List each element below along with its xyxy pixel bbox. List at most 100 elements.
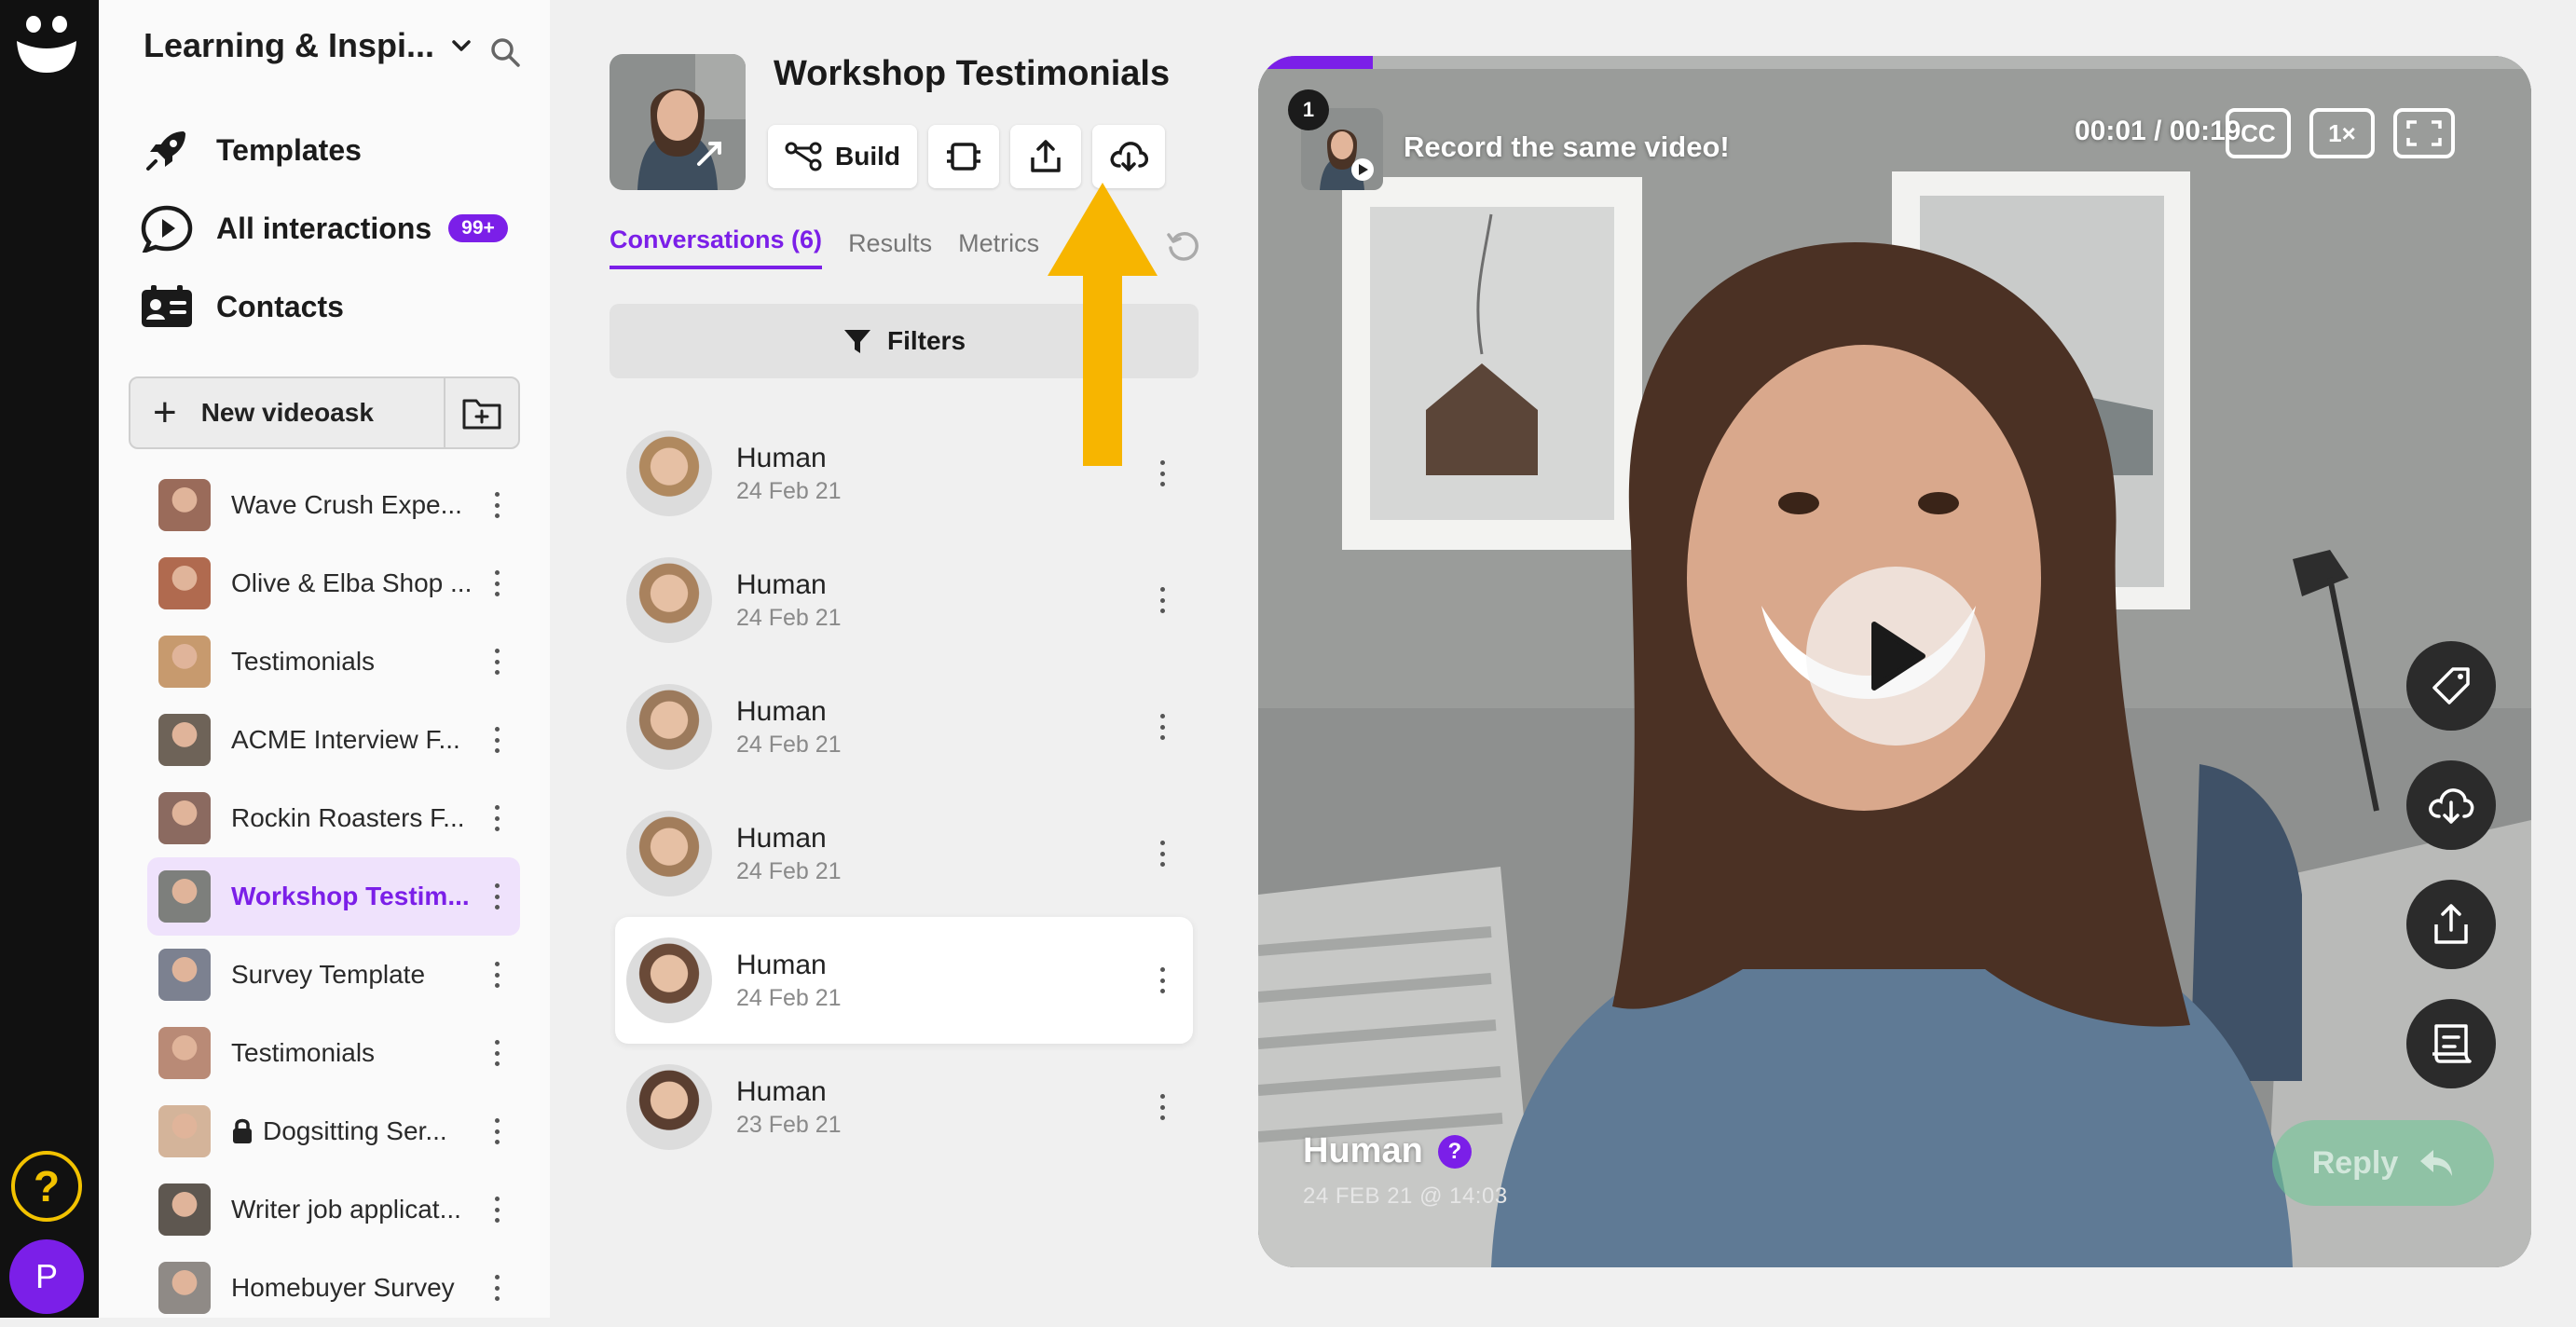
more-options-icon[interactable] xyxy=(494,727,500,753)
play-icon xyxy=(1871,622,1925,691)
flow-icon xyxy=(785,142,822,171)
lock-icon xyxy=(233,1118,252,1143)
build-button[interactable]: Build xyxy=(768,125,917,188)
conversation-date: 23 Feb 21 xyxy=(736,1111,842,1138)
contacts-card-icon xyxy=(140,280,194,334)
folder-item[interactable]: Survey Template xyxy=(147,936,520,1014)
more-options-icon[interactable] xyxy=(494,1118,500,1144)
play-bubble-icon xyxy=(140,201,194,255)
more-options-icon[interactable] xyxy=(494,1040,500,1066)
fullscreen-button[interactable] xyxy=(2393,108,2455,158)
more-options-icon[interactable] xyxy=(494,1197,500,1223)
tab-conversations[interactable]: Conversations (6) xyxy=(610,226,823,269)
more-options-icon[interactable] xyxy=(494,1275,500,1301)
playback-speed-button[interactable]: 1× xyxy=(2309,108,2375,158)
chevron-down-icon xyxy=(452,40,471,51)
folder-item[interactable]: Rockin Roasters F... xyxy=(147,779,520,857)
nav-all-interactions[interactable]: All interactions 99+ xyxy=(140,201,508,255)
transcript-button[interactable] xyxy=(2406,999,2496,1088)
folder-thumbnail xyxy=(158,1105,211,1157)
progress-fill xyxy=(1258,56,1373,69)
play-button[interactable] xyxy=(1806,567,1985,746)
folder-item-active[interactable]: Workshop Testim... xyxy=(147,857,520,936)
folder-item[interactable]: Testimonials xyxy=(147,1014,520,1092)
download-answer-button[interactable] xyxy=(2406,760,2496,850)
more-options-icon[interactable] xyxy=(1159,714,1165,740)
folder-label: Workshop Testim... xyxy=(231,882,470,910)
folder-item[interactable]: Homebuyer Survey xyxy=(147,1249,520,1327)
folder-thumbnail xyxy=(158,636,211,688)
more-options-icon[interactable] xyxy=(494,962,500,988)
help-button[interactable]: ? xyxy=(11,1151,82,1222)
plus-icon: + xyxy=(153,390,177,435)
folder-item[interactable]: Wave Crush Expe... xyxy=(147,466,520,544)
more-options-icon[interactable] xyxy=(1159,841,1165,867)
more-options-icon[interactable] xyxy=(494,492,500,518)
folder-thumbnail xyxy=(158,479,211,531)
nav-label: Contacts xyxy=(216,289,344,323)
folder-item[interactable]: Writer job applicat... xyxy=(147,1170,520,1249)
new-videoask-button[interactable]: + New videoask xyxy=(129,376,520,449)
more-options-icon[interactable] xyxy=(494,805,500,831)
captions-button[interactable]: CC xyxy=(2226,108,2291,158)
tab-metrics[interactable]: Metrics xyxy=(958,229,1039,269)
reply-button[interactable]: Reply xyxy=(2272,1120,2494,1206)
more-options-icon[interactable] xyxy=(1159,967,1165,993)
more-options-icon[interactable] xyxy=(494,649,500,675)
video-player[interactable]: 1 Record the same video! 00:01 / 00:19 C… xyxy=(1258,56,2531,1267)
filters-label: Filters xyxy=(886,326,966,355)
share-button[interactable] xyxy=(1010,125,1081,188)
search-icon[interactable] xyxy=(488,35,522,69)
new-videoask-main[interactable]: + New videoask xyxy=(130,378,444,447)
rocket-icon xyxy=(140,123,194,177)
more-options-icon[interactable] xyxy=(1159,460,1165,486)
folder-item[interactable]: Olive & Elba Shop ... xyxy=(147,544,520,622)
folder-thumbnail xyxy=(158,1262,211,1314)
conversation-item[interactable]: Human 24 Feb 21 xyxy=(615,664,1193,790)
tab-results[interactable]: Results xyxy=(848,229,932,269)
conversation-item-selected[interactable]: Human 24 Feb 21 xyxy=(615,917,1193,1044)
more-options-icon[interactable] xyxy=(1159,587,1165,613)
folder-label: Rockin Roasters F... xyxy=(231,803,465,832)
filter-funnel-icon xyxy=(843,330,870,353)
count-badge: 99+ xyxy=(448,214,508,242)
respondent-help-icon[interactable]: ? xyxy=(1437,1134,1472,1169)
refresh-icon[interactable] xyxy=(1165,227,1202,265)
more-options-icon[interactable] xyxy=(494,883,500,910)
tag-button[interactable] xyxy=(2406,641,2496,731)
new-folder-button[interactable] xyxy=(444,378,518,447)
videoask-logo-icon[interactable] xyxy=(15,13,78,75)
conversation-date: 24 Feb 21 xyxy=(736,477,842,504)
conversation-name: Human xyxy=(736,442,827,473)
videoask-thumbnail[interactable] xyxy=(610,54,746,190)
new-videoask-label: New videoask xyxy=(200,398,374,427)
more-options-icon[interactable] xyxy=(1159,1094,1165,1120)
conversation-item[interactable]: Human 23 Feb 21 xyxy=(615,1044,1193,1170)
more-options-icon[interactable] xyxy=(494,570,500,596)
conversation-name: Human xyxy=(736,568,827,600)
respondent-date: 24 FEB 21 @ 14:03 xyxy=(1303,1183,1508,1209)
folder-item[interactable]: Dogsitting Ser... xyxy=(147,1092,520,1170)
folder-item[interactable]: Testimonials xyxy=(147,622,520,701)
folder-label: Homebuyer Survey xyxy=(231,1273,455,1302)
folder-thumbnail xyxy=(158,714,211,766)
app-rail: ? P xyxy=(0,0,99,1318)
nav-templates[interactable]: Templates xyxy=(140,123,362,177)
folder-label: Writer job applicat... xyxy=(231,1195,461,1224)
conversation-date: 24 Feb 21 xyxy=(736,984,842,1011)
user-avatar[interactable]: P xyxy=(9,1239,84,1314)
folder-item[interactable]: ACME Interview F... xyxy=(147,701,520,779)
download-button[interactable] xyxy=(1092,125,1165,188)
avatar xyxy=(626,937,712,1023)
reply-arrow-icon xyxy=(2420,1150,2453,1176)
embed-button[interactable] xyxy=(928,125,999,188)
avatar xyxy=(626,431,712,516)
folder-label: Olive & Elba Shop ... xyxy=(231,568,473,597)
nav-contacts[interactable]: Contacts xyxy=(140,280,344,334)
conversation-item[interactable]: Human 24 Feb 21 xyxy=(615,790,1193,917)
reply-label: Reply xyxy=(2311,1144,2399,1181)
workspace-switcher[interactable]: Learning & Inspi... xyxy=(144,26,473,65)
share-answer-button[interactable] xyxy=(2406,880,2496,969)
conversation-item[interactable]: Human 24 Feb 21 xyxy=(615,537,1193,664)
avatar xyxy=(626,811,712,896)
